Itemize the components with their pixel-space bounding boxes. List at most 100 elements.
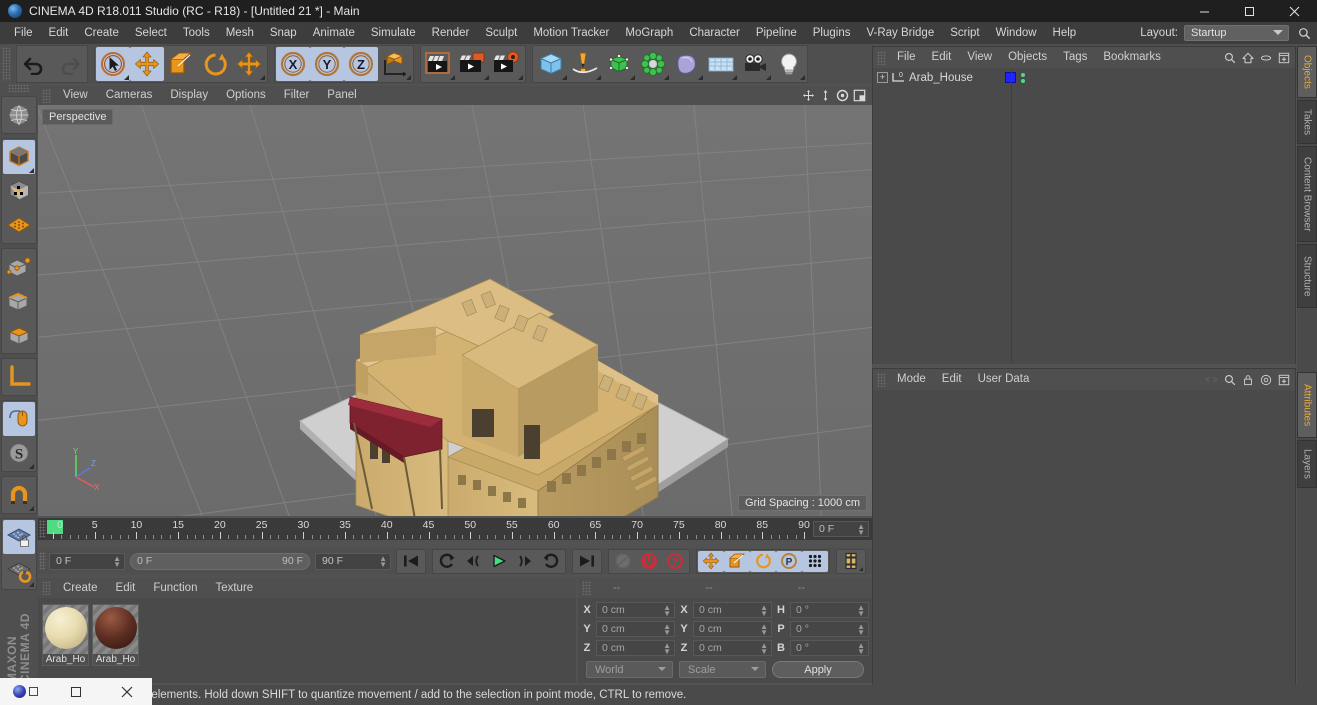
attribute-menu-user-data[interactable]: User Data xyxy=(970,369,1038,390)
spinner-icon[interactable]: ▲ ▼ xyxy=(663,622,671,636)
viewport-3d[interactable]: Perspective Grid Spacing : 1000 cm Y X Z xyxy=(38,105,872,516)
dock-tab-layers[interactable]: Layers xyxy=(1297,440,1317,488)
home-icon[interactable] xyxy=(1240,50,1255,65)
maximize-button[interactable] xyxy=(1227,0,1272,22)
move-alt-icon[interactable] xyxy=(232,47,266,81)
axis-y-icon[interactable]: Y xyxy=(310,47,344,81)
nurbs-icon[interactable] xyxy=(602,47,636,81)
search-icon[interactable] xyxy=(1222,372,1237,387)
magnet-icon[interactable] xyxy=(3,478,35,512)
viewport-menu-display[interactable]: Display xyxy=(161,86,217,105)
live-selection-icon[interactable] xyxy=(96,47,130,81)
left-toolbar-grip[interactable] xyxy=(8,84,30,92)
key-parameter-icon[interactable]: P xyxy=(776,550,802,572)
spline-pen-icon[interactable] xyxy=(568,47,602,81)
viewport-menu-cameras[interactable]: Cameras xyxy=(97,86,162,105)
coord-field-size-z[interactable]: 0 cm ▲ ▼ xyxy=(693,639,772,656)
coordinate-grip[interactable] xyxy=(582,581,591,595)
menu-plugins[interactable]: Plugins xyxy=(805,22,859,44)
spinner-icon[interactable]: ▲ ▼ xyxy=(663,603,671,617)
menu-tools[interactable]: Tools xyxy=(175,22,218,44)
object-menu-file[interactable]: File xyxy=(889,47,924,68)
deformer-icon[interactable] xyxy=(670,47,704,81)
redo-icon[interactable] xyxy=(52,47,86,81)
menu-select[interactable]: Select xyxy=(127,22,175,44)
menu-create[interactable]: Create xyxy=(76,22,127,44)
spinner-icon[interactable]: ▲ ▼ xyxy=(113,554,121,568)
layout-dropdown[interactable]: Startup xyxy=(1184,25,1289,41)
menu-sculpt[interactable]: Sculpt xyxy=(477,22,525,44)
taskbar-close-button[interactable] xyxy=(101,678,152,705)
object-menu-objects[interactable]: Objects xyxy=(1000,47,1055,68)
material-menu-create[interactable]: Create xyxy=(54,579,107,598)
menu-script[interactable]: Script xyxy=(942,22,987,44)
rotate-view-icon[interactable] xyxy=(835,88,850,103)
environment-icon[interactable] xyxy=(704,47,738,81)
coord-field-pos-x[interactable]: 0 cm ▲ ▼ xyxy=(596,601,675,618)
play-icon[interactable] xyxy=(486,551,512,572)
attribute-manager-grip[interactable] xyxy=(877,372,886,387)
spinner-icon[interactable]: ▲ ▼ xyxy=(663,641,671,655)
minimize-button[interactable] xyxy=(1182,0,1227,22)
taskbar-app-button[interactable] xyxy=(0,678,51,705)
menu-motion-tracker[interactable]: Motion Tracker xyxy=(525,22,617,44)
workplane-lock-icon[interactable] xyxy=(3,520,35,554)
coord-field-pos-y[interactable]: 0 cm ▲ ▼ xyxy=(596,620,675,637)
maximize-view-icon[interactable] xyxy=(852,88,867,103)
menu-simulate[interactable]: Simulate xyxy=(363,22,424,44)
undo-icon[interactable] xyxy=(18,47,52,81)
coord-field-pos-z[interactable]: 0 cm ▲ ▼ xyxy=(596,639,675,656)
dock-tab-takes[interactable]: Takes xyxy=(1297,100,1317,144)
menu-help[interactable]: Help xyxy=(1045,22,1085,44)
spinner-icon[interactable]: ▲ ▼ xyxy=(857,523,865,537)
record-disabled-icon[interactable] xyxy=(610,551,636,572)
dock-tab-structure[interactable]: Structure xyxy=(1297,244,1317,308)
viewport-menu-view[interactable]: View xyxy=(54,86,97,105)
key-pla-icon[interactable] xyxy=(802,550,828,572)
menu-animate[interactable]: Animate xyxy=(305,22,363,44)
timeline-grip[interactable] xyxy=(39,520,46,538)
workplane-icon[interactable] xyxy=(3,208,35,242)
object-mode-icon[interactable] xyxy=(3,140,35,174)
texture-mode-icon[interactable] xyxy=(3,174,35,208)
menu-render[interactable]: Render xyxy=(424,22,478,44)
polygon-mode-icon[interactable] xyxy=(3,318,35,352)
viewport-menu-panel[interactable]: Panel xyxy=(318,86,365,105)
attribute-menu-mode[interactable]: Mode xyxy=(889,369,934,390)
render-picture-viewer-icon[interactable] xyxy=(456,47,490,81)
close-button[interactable] xyxy=(1272,0,1317,22)
viewport-menu-filter[interactable]: Filter xyxy=(275,86,319,105)
loop-icon[interactable] xyxy=(434,551,460,572)
move-icon[interactable] xyxy=(130,47,164,81)
spinner-icon[interactable]: ▲ ▼ xyxy=(857,622,865,636)
key-rotation-icon[interactable] xyxy=(750,550,776,572)
coord-field-size-x[interactable]: 0 cm ▲ ▼ xyxy=(693,601,772,618)
timeline-toggle-icon[interactable] xyxy=(838,551,864,572)
spinner-icon[interactable]: ▲ ▼ xyxy=(760,641,768,655)
axis-x-icon[interactable]: X xyxy=(276,47,310,81)
object-visibility-dots[interactable] xyxy=(1021,72,1025,83)
uv-texture-icon[interactable] xyxy=(3,98,35,132)
light-icon[interactable] xyxy=(772,47,806,81)
go-to-start-icon[interactable] xyxy=(398,551,424,572)
menu-mesh[interactable]: Mesh xyxy=(218,22,262,44)
attribute-menu-edit[interactable]: Edit xyxy=(934,369,970,390)
dolly-icon[interactable] xyxy=(818,88,833,103)
coord-field-rot-p[interactable]: 0 ° ▲ ▼ xyxy=(790,620,869,637)
step-forward-icon[interactable] xyxy=(512,551,538,572)
render-view-icon[interactable] xyxy=(422,47,456,81)
object-menu-view[interactable]: View xyxy=(959,47,1000,68)
menu-mograph[interactable]: MoGraph xyxy=(617,22,681,44)
coord-field-rot-b[interactable]: 0 ° ▲ ▼ xyxy=(790,639,869,656)
spinner-icon[interactable]: ▲ ▼ xyxy=(857,603,865,617)
coordinate-mode-dropdown[interactable]: Scale xyxy=(679,661,766,678)
object-menu-edit[interactable]: Edit xyxy=(924,47,960,68)
spinner-icon[interactable]: ▲ ▼ xyxy=(760,603,768,617)
history-arrows-icon[interactable] xyxy=(1204,372,1219,387)
expand-toggle-icon[interactable]: + xyxy=(877,72,888,83)
key-position-icon[interactable] xyxy=(698,550,724,572)
apply-button[interactable]: Apply xyxy=(772,661,864,678)
search-icon[interactable] xyxy=(1295,24,1313,42)
object-tree[interactable]: + 0 Arab_House xyxy=(873,68,1295,364)
menu-window[interactable]: Window xyxy=(988,22,1045,44)
